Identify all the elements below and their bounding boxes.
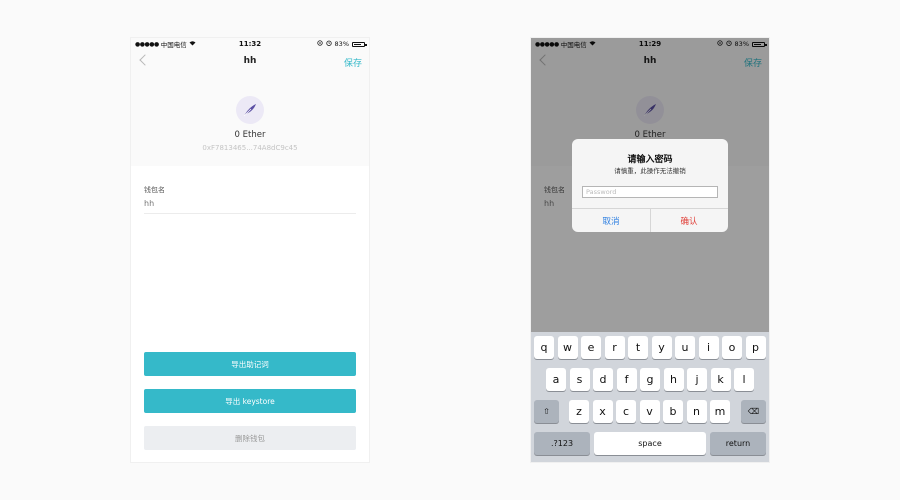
delete-key-icon[interactable]: ⌫ [741, 400, 766, 423]
key-t[interactable]: t [628, 336, 648, 359]
onscreen-keyboard: q w e r t y u i o p a s d f g h j k l z x c v b n m ⇧ ⌫ .?123 space re… [531, 332, 769, 462]
key-l[interactable]: l [734, 368, 754, 391]
key-m[interactable]: m [710, 400, 730, 423]
key-p[interactable]: p [745, 336, 766, 359]
status-bar: ●●●●● 中国电信 11:32 83% [131, 38, 369, 50]
save-button[interactable]: 保存 [344, 56, 362, 69]
key-j[interactable]: j [687, 368, 707, 391]
delete-wallet-button[interactable]: 删除钱包 [144, 426, 356, 450]
return-key[interactable]: return [710, 432, 766, 455]
key-n[interactable]: n [686, 400, 707, 423]
wallet-summary: 0 Ether 0xF7813465...74A8dC9c45 [131, 74, 369, 166]
key-h[interactable]: h [663, 368, 684, 391]
signal-icon: ●●●●● [135, 40, 159, 48]
dialog-title: 请输入密码 [627, 155, 673, 165]
space-key[interactable]: space [594, 432, 706, 455]
wifi-icon [189, 40, 196, 48]
key-i[interactable]: i [698, 336, 719, 359]
lock-rotation-icon [316, 40, 323, 48]
key-d[interactable]: d [593, 368, 613, 391]
export-mnemonic-button[interactable]: 导出助记词 [144, 352, 356, 376]
key-b[interactable]: b [663, 400, 683, 423]
wallet-name-input[interactable]: hh [144, 199, 154, 208]
dialog-message: 请慎重，此操作无法撤销 [614, 167, 686, 175]
wallet-name-label: 钱包名 [144, 186, 165, 194]
key-u[interactable]: u [675, 336, 695, 359]
battery-percent: 83% [334, 40, 349, 48]
key-v[interactable]: v [639, 400, 660, 423]
password-dialog: 请输入密码 请慎重，此操作无法撤销 取消 确认 [572, 139, 728, 232]
wallet-address: 0xF7813465...74A8dC9c45 [202, 144, 298, 152]
key-c[interactable]: c [616, 400, 636, 423]
cancel-button[interactable]: 取消 [572, 209, 650, 232]
quill-feather-icon [236, 96, 264, 124]
key-k[interactable]: k [710, 368, 731, 391]
key-y[interactable]: y [651, 336, 672, 359]
page-title: hh [243, 56, 257, 66]
alarm-icon [325, 40, 332, 48]
wallet-balance: 0 Ether [234, 130, 266, 140]
key-x[interactable]: x [592, 400, 613, 423]
key-s[interactable]: s [569, 368, 590, 391]
key-o[interactable]: o [722, 336, 742, 359]
key-r[interactable]: r [604, 336, 625, 359]
confirm-button[interactable]: 确认 [650, 209, 728, 232]
key-a[interactable]: a [546, 368, 566, 391]
export-keystore-button[interactable]: 导出 keystore [144, 389, 356, 413]
key-e[interactable]: e [581, 336, 601, 359]
nav-bar: hh 保存 [131, 50, 369, 74]
key-f[interactable]: f [616, 368, 637, 391]
carrier-label: 中国电信 [160, 41, 187, 49]
wallet-detail-screen: ●●●●● 中国电信 11:32 83% hh 保存 0 Ether 0xF78… [131, 38, 369, 462]
key-w[interactable]: w [557, 336, 578, 359]
battery-icon [352, 41, 367, 47]
key-q[interactable]: q [534, 336, 554, 359]
key-g[interactable]: g [640, 368, 660, 391]
status-time: 11:32 [238, 40, 262, 48]
password-input[interactable] [582, 186, 718, 198]
field-divider [144, 213, 356, 214]
numbers-key[interactable]: .?123 [534, 432, 590, 455]
key-z[interactable]: z [569, 400, 589, 423]
password-dialog-screen: ●●●●● 中国电信 11:29 83% hh 保存 0 Ether 钱包名 h… [531, 38, 769, 462]
shift-key-icon[interactable]: ⇧ [534, 400, 559, 423]
